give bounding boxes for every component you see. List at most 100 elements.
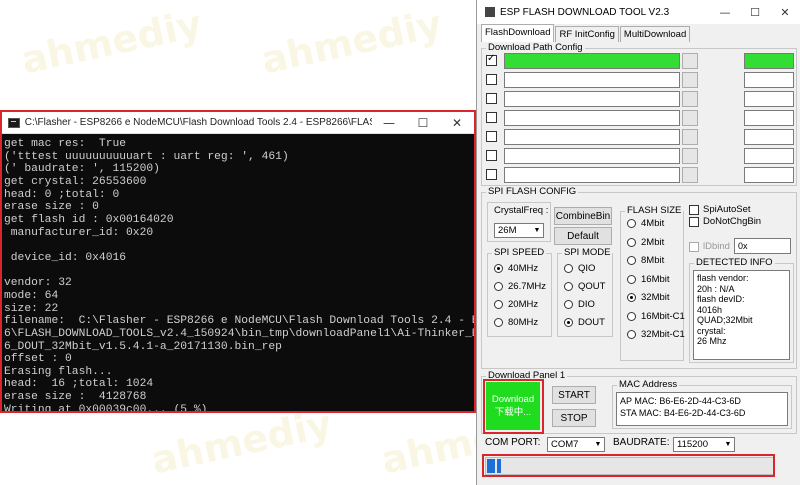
tab-flashdownload[interactable]: FlashDownload bbox=[481, 24, 555, 42]
mac-address-text: AP MAC: B6-E6-2D-44-C3-6D STA MAC: B4-E6… bbox=[616, 392, 788, 426]
spi-mode-radio[interactable]: DIO bbox=[564, 299, 595, 310]
addr-input[interactable] bbox=[744, 110, 794, 126]
close-icon[interactable]: ✕ bbox=[770, 0, 800, 24]
stop-button[interactable]: STOP bbox=[552, 409, 596, 427]
detected-info-line: flash devID: bbox=[697, 294, 745, 304]
spi-speed-radio[interactable]: 20MHz bbox=[494, 299, 538, 310]
download-path-row bbox=[482, 91, 798, 111]
console-window: C:\Flasher - ESP8266 e NodeMCU\Flash Dow… bbox=[0, 110, 476, 413]
console-line: get mac res: True bbox=[4, 138, 127, 150]
console-line: erase size : 0 bbox=[4, 201, 99, 214]
minimize-icon[interactable]: — bbox=[710, 0, 740, 24]
path-checkbox[interactable] bbox=[486, 150, 497, 161]
browse-button[interactable] bbox=[682, 53, 698, 69]
browse-button[interactable] bbox=[682, 167, 698, 183]
console-line: filename: C:\Flasher - ESP8266 e NodeMCU… bbox=[4, 315, 474, 328]
path-checkbox[interactable] bbox=[486, 74, 497, 85]
file-path-input[interactable] bbox=[504, 53, 680, 69]
spi-mode-radio[interactable]: QOUT bbox=[564, 281, 605, 292]
browse-button[interactable] bbox=[682, 148, 698, 164]
ldbind-input[interactable]: 0x bbox=[734, 238, 791, 254]
path-checkbox[interactable] bbox=[486, 131, 497, 142]
download-path-row bbox=[482, 167, 798, 187]
path-checkbox[interactable] bbox=[486, 93, 497, 104]
console-line: head: 16 ;total: 1024 bbox=[4, 378, 154, 391]
browse-button[interactable] bbox=[682, 72, 698, 88]
com-port-label: COM PORT: bbox=[485, 437, 541, 448]
download-path-row bbox=[482, 53, 798, 73]
minimize-icon[interactable]: — bbox=[372, 112, 406, 134]
ldbind-checkbox[interactable]: lDbind bbox=[689, 241, 730, 252]
spi-speed-radio[interactable]: 40MHz bbox=[494, 263, 538, 274]
spi-speed-radio[interactable]: 80MHz bbox=[494, 317, 538, 328]
spi-mode-radio[interactable]: QIO bbox=[564, 263, 595, 274]
flash-size-radio[interactable]: 32Mbit bbox=[627, 292, 670, 303]
console-title: C:\Flasher - ESP8266 e NodeMCU\Flash Dow… bbox=[24, 117, 372, 128]
console-line: get flash id : 0x00164020 bbox=[4, 213, 174, 226]
maximize-icon[interactable]: ☐ bbox=[740, 0, 770, 24]
console-line: vendor: 32 bbox=[4, 277, 72, 290]
spi-speed-radio[interactable]: 26.7MHz bbox=[494, 281, 546, 292]
path-checkbox[interactable] bbox=[486, 53, 497, 66]
spi-mode-radio[interactable]: DOUT bbox=[564, 317, 605, 328]
flash-size-radio[interactable]: 32Mbit-C1 bbox=[627, 329, 685, 340]
console-line: Erasing flash... bbox=[4, 365, 113, 378]
browse-button[interactable] bbox=[682, 91, 698, 107]
console-line: mode: 64 bbox=[4, 289, 59, 302]
donotchgbin-checkbox[interactable]: DoNotChgBin bbox=[689, 216, 761, 227]
console-titlebar[interactable]: C:\Flasher - ESP8266 e NodeMCU\Flash Dow… bbox=[2, 112, 474, 134]
download-path-config-label: Download Path Config bbox=[486, 42, 585, 53]
maximize-icon[interactable]: ☐ bbox=[406, 112, 440, 134]
watermark: ahmediy bbox=[17, 1, 206, 83]
tab-rf-initconfig[interactable]: RF InitConfig bbox=[555, 26, 619, 42]
combinebin-button[interactable]: CombineBin bbox=[554, 207, 612, 225]
console-line: get crystal: 26553600 bbox=[4, 175, 147, 188]
download-status-highlight bbox=[483, 379, 544, 434]
console-line: offset : 0 bbox=[4, 353, 72, 366]
spi-flash-config: SPI FLASH CONFIG CrystalFreq : 26M ▼ Com… bbox=[481, 186, 797, 369]
tab-multidownload[interactable]: MultiDownload bbox=[619, 26, 691, 42]
file-path-input[interactable] bbox=[504, 91, 680, 107]
com-port-select[interactable]: COM7 ▼ bbox=[547, 437, 605, 452]
browse-button[interactable] bbox=[682, 110, 698, 126]
addr-input[interactable] bbox=[744, 129, 794, 145]
start-button[interactable]: START bbox=[552, 386, 596, 404]
addr-input[interactable] bbox=[744, 53, 794, 69]
addr-input[interactable] bbox=[744, 72, 794, 88]
flash-size-radio[interactable]: 4Mbit bbox=[627, 218, 664, 229]
path-checkbox[interactable] bbox=[486, 169, 497, 180]
esp-titlebar[interactable]: ESP FLASH DOWNLOAD TOOL V2.3 — ☐ ✕ bbox=[477, 0, 800, 24]
flash-size-radio[interactable]: 16Mbit-C1 bbox=[627, 311, 685, 322]
flash-size-radio[interactable]: 16Mbit bbox=[627, 274, 670, 285]
file-path-input[interactable] bbox=[504, 167, 680, 183]
download-path-row bbox=[482, 148, 798, 168]
detected-info-line: crystal: bbox=[697, 325, 726, 336]
crystal-freq-select[interactable]: 26M ▼ bbox=[494, 223, 544, 238]
path-checkbox[interactable] bbox=[486, 112, 497, 123]
addr-input[interactable] bbox=[744, 148, 794, 164]
sta-mac: STA MAC: B4-E6-2D-44-C3-6D bbox=[620, 408, 746, 418]
console-line: manufacturer_id: 0x20 bbox=[4, 226, 154, 239]
detected-info-line: 4016h bbox=[697, 304, 723, 315]
download-path-row bbox=[482, 72, 798, 92]
addr-input[interactable] bbox=[744, 91, 794, 107]
terminal-icon bbox=[8, 117, 20, 128]
detected-info-line: flash vendor: bbox=[697, 273, 749, 283]
file-path-input[interactable] bbox=[504, 110, 680, 126]
file-path-input[interactable] bbox=[504, 72, 680, 88]
addr-input[interactable] bbox=[744, 167, 794, 183]
file-path-input[interactable] bbox=[504, 129, 680, 145]
spiautoset-checkbox[interactable]: SpiAutoSet bbox=[689, 204, 751, 215]
detected-info-group: DETECTED INFO flash vendor: 20h : N/A flas… bbox=[689, 257, 794, 363]
default-button[interactable]: Default bbox=[554, 227, 612, 245]
baudrate-select[interactable]: 115200 ▼ bbox=[673, 437, 735, 452]
browse-button[interactable] bbox=[682, 129, 698, 145]
flash-size-radio[interactable]: 2Mbit bbox=[627, 237, 664, 248]
flash-size-radio[interactable]: 8Mbit bbox=[627, 255, 664, 266]
chevron-down-icon: ▼ bbox=[533, 227, 541, 234]
close-icon[interactable]: ✕ bbox=[440, 112, 474, 134]
flash-size-group: FLASH SIZE 4Mbit 2Mbit 8Mbit 16Mbit 32Mbit 16… bbox=[620, 205, 685, 361]
file-path-input[interactable] bbox=[504, 148, 680, 164]
